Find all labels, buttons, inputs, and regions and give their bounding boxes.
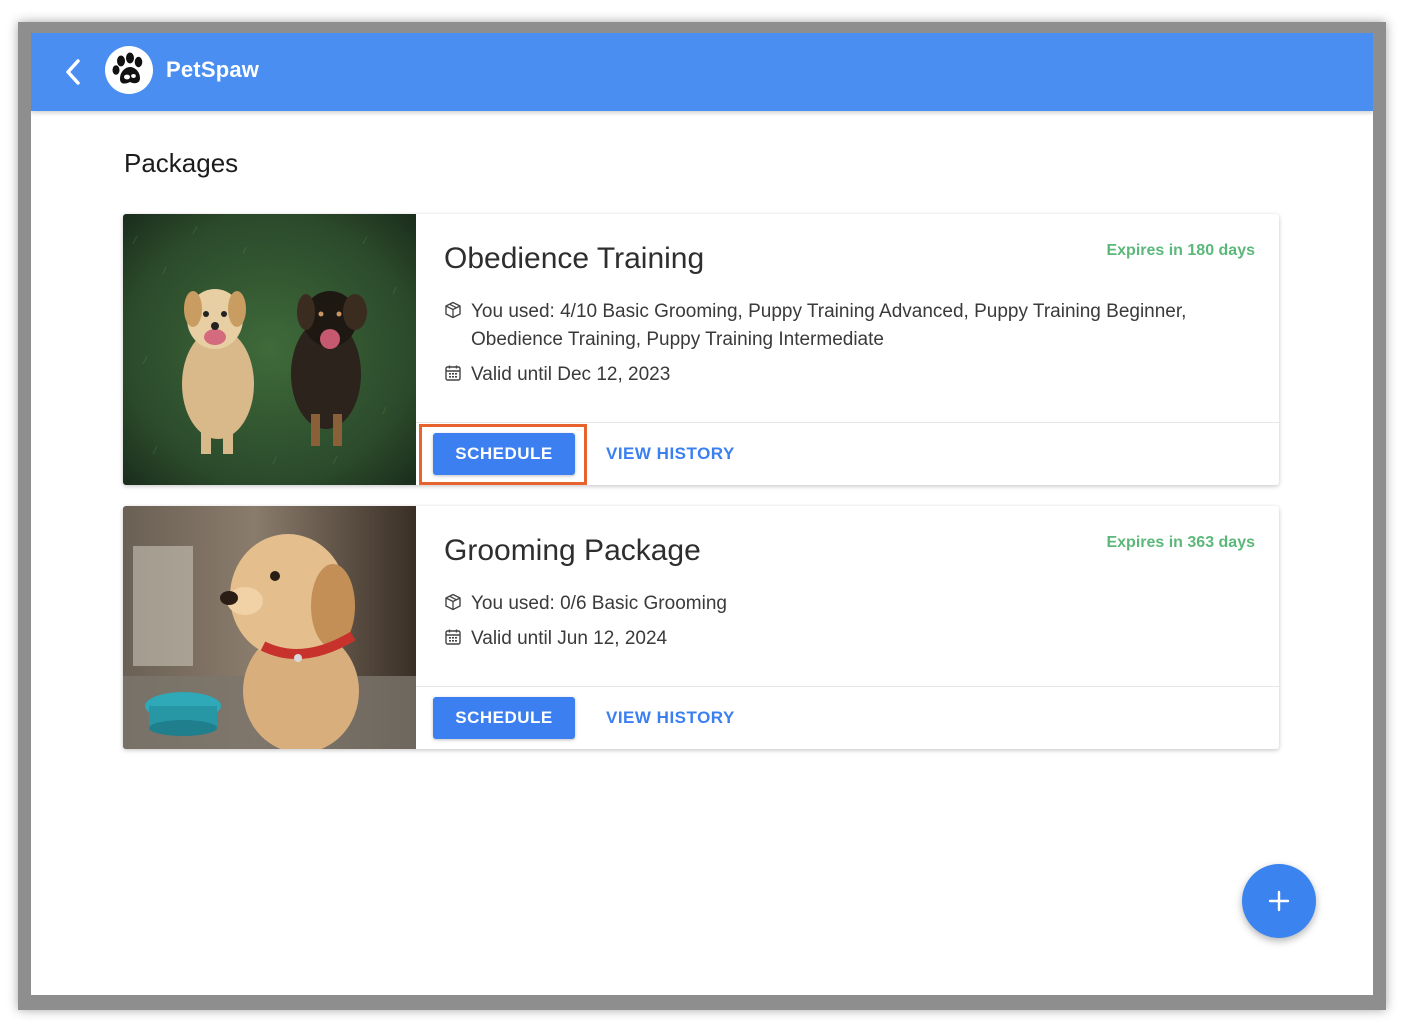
usage-text: You used: 4/10 Basic Grooming, Puppy Tra… [471, 301, 1187, 350]
schedule-button[interactable]: SCHEDULE [433, 433, 575, 475]
calendar-icon [445, 629, 461, 645]
view-history-button[interactable]: VIEW HISTORY [606, 433, 735, 475]
validity-text: Valid until Dec 12, 2023 [471, 364, 671, 385]
paw-icon [112, 52, 143, 84]
package-image-dogs [123, 214, 416, 485]
card-actions: SCHEDULE VIEW HISTORY [416, 422, 1279, 485]
validity-text: Valid until Jun 12, 2024 [471, 628, 668, 649]
package-card-body: Grooming Package Expires in 363 days You… [416, 506, 1279, 749]
view-history-button[interactable]: VIEW HISTORY [606, 697, 735, 739]
usage-text: You used: 0/6 Basic Grooming [471, 593, 727, 614]
app-logo [105, 46, 153, 94]
package-card: Obedience Training Expires in 180 days Y… [123, 214, 1279, 485]
package-card: Grooming Package Expires in 363 days You… [123, 506, 1279, 749]
add-package-button[interactable] [1242, 864, 1316, 938]
package-box-icon [445, 593, 461, 611]
package-card-body: Obedience Training Expires in 180 days Y… [416, 214, 1279, 485]
package-box-icon [445, 301, 461, 319]
validity-row: Valid until Dec 12, 2023 [444, 361, 670, 389]
validity-row: Valid until Jun 12, 2024 [444, 625, 667, 653]
app-window: PetSpaw Packages Obedience Training Expi… [31, 33, 1373, 995]
card-actions: SCHEDULE VIEW HISTORY [416, 686, 1279, 749]
expires-badge: Expires in 180 days [1106, 242, 1255, 259]
expires-badge: Expires in 363 days [1106, 534, 1255, 551]
usage-row: You used: 4/10 Basic Grooming, Puppy Tra… [444, 298, 1204, 354]
plus-icon [1268, 890, 1290, 912]
schedule-button[interactable]: SCHEDULE [433, 697, 575, 739]
app-bar: PetSpaw [31, 33, 1373, 111]
package-image-puppy [123, 506, 416, 749]
calendar-icon [445, 365, 461, 381]
app-name: PetSpaw [166, 57, 260, 82]
chevron-left-icon [66, 59, 80, 85]
usage-row: You used: 0/6 Basic Grooming [444, 590, 1204, 618]
package-title: Obedience Training [444, 242, 705, 275]
back-button[interactable] [57, 53, 89, 91]
package-title: Grooming Package [444, 534, 701, 567]
page-title: Packages [124, 148, 239, 178]
